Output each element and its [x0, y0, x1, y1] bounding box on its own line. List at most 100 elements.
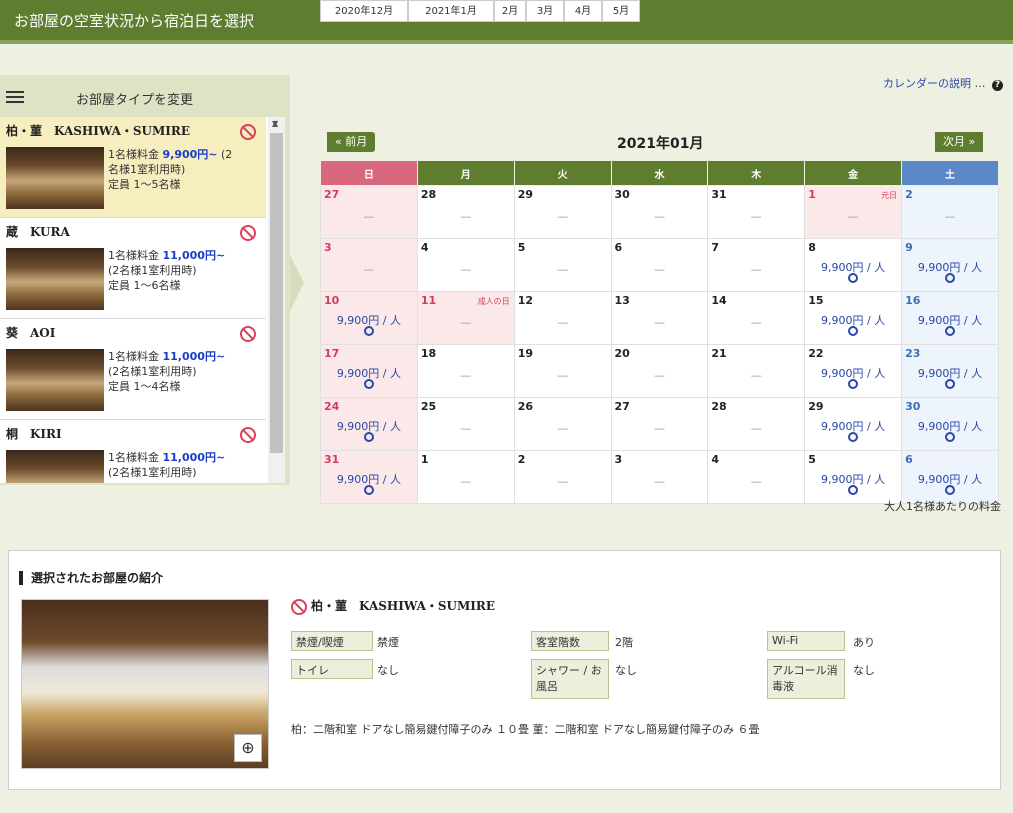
prev-month-button[interactable]: « 前月: [327, 132, 376, 152]
available-circle-icon[interactable]: [848, 326, 859, 336]
calendar-day-cell: 1 元日 —: [804, 185, 903, 239]
calendar-help[interactable]: カレンダーの説明 … ?: [883, 75, 1003, 91]
no-smoking-icon: [240, 326, 256, 342]
day-number: 22: [808, 347, 824, 360]
unavailable-dash: —: [653, 369, 665, 382]
calendar-day-cell[interactable]: 8 9,900円 / 人: [804, 238, 903, 292]
room-list-scrollbar[interactable]: ▲ ▼: [268, 117, 285, 483]
room-type-title[interactable]: お部屋タイプを変更: [76, 89, 193, 108]
room-photo: [6, 349, 104, 411]
available-circle-icon[interactable]: [363, 485, 374, 495]
calendar-day-cell: 5—: [513, 238, 612, 292]
available-circle-icon[interactable]: [363, 432, 374, 442]
available-circle-icon[interactable]: [945, 485, 956, 495]
available-circle-icon[interactable]: [848, 485, 859, 495]
calendar-day-cell: 27 —: [610, 397, 709, 451]
value-toilet: なし: [377, 664, 399, 677]
calendar-day-cell[interactable]: 10 9,900円 / 人: [320, 291, 418, 345]
unavailable-dash: —: [460, 369, 472, 382]
selected-room-panel: 選択されたお部屋の紹介 ⊕ 柏・菫 KASHIWA・SUMIRE 禁煙/喫煙 禁…: [8, 550, 1001, 790]
day-number: 19: [517, 347, 533, 360]
available-circle-icon[interactable]: [945, 379, 956, 389]
day-number: 3: [614, 453, 623, 466]
tab-2021-05[interactable]: 5月: [602, 0, 640, 22]
menu-icon[interactable]: [6, 91, 24, 104]
scroll-down-icon[interactable]: ▼: [272, 119, 278, 481]
value-alcohol: なし: [853, 664, 875, 677]
value-wifi: あり: [853, 636, 875, 649]
day-number: 6: [614, 241, 623, 254]
calendar-day-cell[interactable]: 23 9,900円 / 人: [901, 344, 999, 398]
available-circle-icon[interactable]: [363, 379, 374, 389]
day-number: 3: [324, 241, 332, 254]
calendar-day-cell: 29 —: [513, 185, 612, 239]
calendar-day-cell: 28 —: [707, 397, 806, 451]
tab-2020-12[interactable]: 2020年12月: [320, 0, 408, 22]
weekday-mon: 月: [416, 160, 515, 186]
available-circle-icon[interactable]: [848, 273, 859, 283]
room-photo: [6, 147, 104, 209]
available-circle-icon[interactable]: [363, 326, 374, 336]
room-type-panel: お部屋タイプを変更 柏・菫 KASHIWA・SUMIRE 1名様料金 9,900…: [0, 75, 290, 485]
label-shower: シャワー / お風呂: [531, 659, 609, 699]
next-month-button[interactable]: 次月 »: [935, 132, 984, 152]
calendar-day-cell[interactable]: 22 9,900円 / 人: [804, 344, 903, 398]
unavailable-dash: —: [750, 369, 762, 382]
calendar-day-cell: 30 —: [610, 185, 709, 239]
tab-2021-02[interactable]: 2月: [494, 0, 526, 22]
calendar-day-cell[interactable]: 6 9,900円 / 人: [901, 450, 999, 504]
room-price: 11,000円~: [162, 249, 226, 262]
calendar-day-cell[interactable]: 29 9,900円 / 人: [804, 397, 903, 451]
calendar-day-cell[interactable]: 24 9,900円 / 人: [320, 397, 418, 451]
question-icon[interactable]: ?: [992, 80, 1003, 91]
room-price: 11,000円~: [162, 451, 226, 464]
room-description: 柏：二階和室 ドアなし簡易鍵付障子のみ １０畳 菫：二階和室 ドアなし簡易鍵付障…: [291, 723, 760, 736]
calendar-day-cell[interactable]: 15 9,900円 / 人: [804, 291, 903, 345]
room-item-kura[interactable]: 蔵 KURA 1名様料金 11,000円~ (2名様1室利用時) 定員 1～6名…: [0, 218, 266, 319]
day-number: 16: [905, 294, 921, 307]
calendar-day-cell[interactable]: 5 9,900円 / 人: [804, 450, 903, 504]
help-dots: …: [974, 77, 986, 90]
calendar-grid: 日 月 火 水 木 金 土 27—28—29—30—31—1 元日 —2—3—4—5…: [320, 160, 999, 504]
available-circle-icon[interactable]: [848, 432, 859, 442]
available-circle-icon[interactable]: [848, 379, 859, 389]
value-shower: なし: [615, 664, 637, 677]
available-circle-icon[interactable]: [945, 273, 956, 283]
zoom-icon[interactable]: ⊕: [234, 734, 262, 762]
available-circle-icon[interactable]: [945, 432, 956, 442]
calendar-day-cell: 18 —: [416, 344, 515, 398]
value-smoking: 禁煙: [377, 636, 399, 649]
calendar-day-cell[interactable]: 31 9,900円 / 人: [320, 450, 418, 504]
holiday-name: 元日: [881, 191, 898, 200]
room-type-header[interactable]: お部屋タイプを変更: [0, 75, 290, 117]
unavailable-dash: —: [363, 210, 375, 223]
room-price: 11,000円~: [162, 350, 226, 363]
available-circle-icon[interactable]: [945, 326, 956, 336]
calendar-day-cell[interactable]: 17 9,900円 / 人: [320, 344, 418, 398]
calendar-day-cell: 11 成人の日 —: [416, 291, 515, 345]
calendar-day-cell: 12 —: [513, 291, 612, 345]
calendar-help-link[interactable]: カレンダーの説明: [883, 77, 971, 90]
calendar-body: 27—28—29—30—31—1 元日 —2—3—4—5—6—7—8 9,900円 /…: [320, 185, 999, 504]
calendar-day-cell: 1—: [416, 450, 515, 504]
tab-2021-01[interactable]: 2021年1月: [408, 0, 494, 22]
room-photo: [6, 450, 104, 483]
day-number: 25: [420, 400, 437, 413]
weekday-wed: 水: [610, 160, 709, 186]
unavailable-dash: —: [363, 263, 375, 276]
selected-room-photo[interactable]: ⊕: [21, 599, 269, 769]
calendar-day-cell: 7—: [707, 238, 806, 292]
room-item-kiri[interactable]: 桐 KIRI 1名様料金 11,000円~ (2名様1室利用時): [0, 420, 266, 483]
tab-2021-03[interactable]: 3月: [526, 0, 564, 22]
label-toilet: トイレ: [291, 659, 373, 679]
calendar-day-cell[interactable]: 16 9,900円 / 人: [901, 291, 999, 345]
tab-2021-04[interactable]: 4月: [564, 0, 602, 22]
calendar-day-cell[interactable]: 30 9,900円 / 人: [901, 397, 999, 451]
room-item-kashiwa-sumire[interactable]: 柏・菫 KASHIWA・SUMIRE 1名様料金 9,900円~ (2 名様1室…: [0, 117, 266, 218]
unavailable-dash: —: [653, 475, 665, 488]
calendar-day-cell[interactable]: 9 9,900円 / 人: [901, 238, 999, 292]
no-smoking-icon: [240, 124, 256, 140]
room-item-aoi[interactable]: 葵 AOI 1名様料金 11,000円~ (2名様1室利用時) 定員 1～4名様: [0, 319, 266, 420]
day-number: 1: [420, 453, 429, 466]
weekday-thu: 木: [707, 160, 806, 186]
